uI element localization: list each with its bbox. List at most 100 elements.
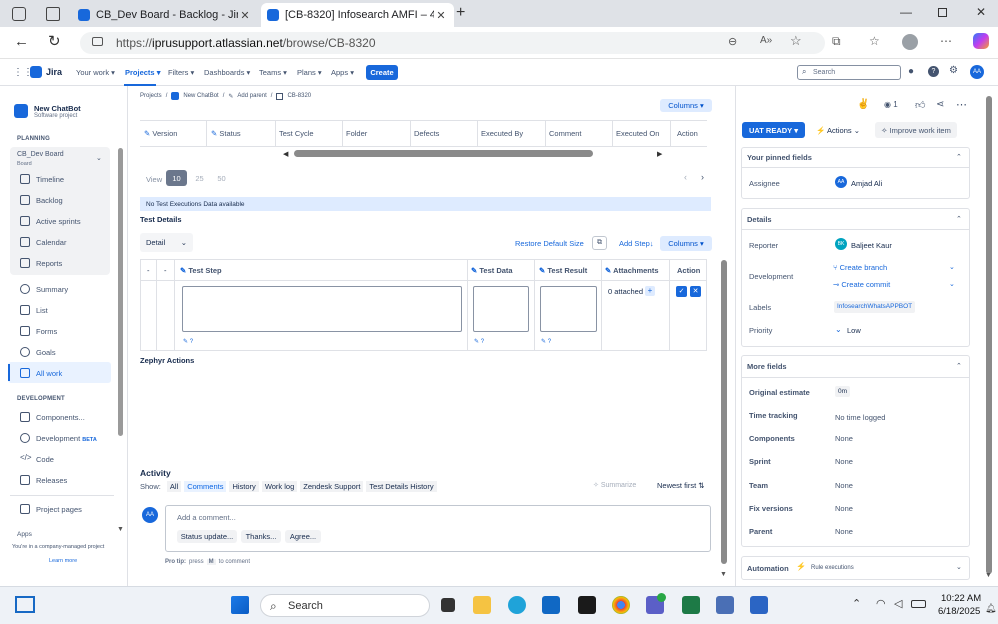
sidebar-item-development[interactable]: Development BETA (36, 434, 97, 443)
sidebar-item-calendar[interactable]: Calendar (36, 238, 66, 247)
scroll-down-icon[interactable]: ▼ (985, 572, 992, 579)
assignee-value[interactable]: Amjad Ali (851, 179, 882, 188)
share-icon[interactable]: ⋖ (936, 99, 944, 110)
sidebar-item-timeline[interactable]: Timeline (36, 175, 64, 184)
format-icons[interactable]: ✎ ? (474, 338, 484, 345)
col-comment[interactable]: Comment (549, 129, 582, 138)
cancel-step-icon[interactable]: ✕ (690, 286, 701, 297)
feedback-icon[interactable]: ✌ (857, 99, 869, 110)
actions-button[interactable]: ⚡ Actions ⌄ (816, 126, 860, 135)
test-details-columns-button[interactable]: Columns ▾ (660, 236, 712, 251)
improve-work-item-button[interactable]: ✧ Improve work item (875, 122, 957, 138)
col-executed-on[interactable]: Executed On (616, 129, 659, 138)
chevron-down-icon[interactable]: ⌄ (96, 154, 102, 162)
chevron-up-icon[interactable]: ⌃ (956, 215, 962, 223)
close-icon[interactable]: ✕ (238, 9, 252, 22)
format-icons[interactable]: ✎ ? (183, 338, 193, 345)
favorites-icon[interactable]: ☆ (869, 34, 880, 48)
details-title[interactable]: Details (747, 215, 772, 224)
site-info-icon[interactable] (92, 37, 103, 46)
right-panel-scrollbar[interactable] (986, 96, 992, 574)
col-folder[interactable]: Folder (346, 129, 367, 138)
profile-avatar[interactable]: AA (970, 65, 984, 79)
format-icons[interactable]: ✎ ? (541, 338, 551, 345)
settings-gear-icon[interactable]: ⚙ (949, 65, 958, 76)
team-value[interactable]: None (835, 481, 853, 490)
tab-actions-icon[interactable] (46, 7, 60, 21)
automation-title[interactable]: Automation (747, 564, 789, 573)
col-test-step[interactable]: ✎ Test Step (180, 266, 222, 275)
label-tag[interactable]: InfosearchWhatsAPPBOT (834, 301, 916, 313)
sidebar-item-list[interactable]: List (36, 306, 48, 315)
status-button[interactable]: UAT READY ▾ (742, 122, 805, 138)
sort-button[interactable]: Newest first ⇅ (657, 481, 705, 490)
sidebar-item-all-work[interactable]: All work (36, 369, 62, 378)
windows-start-icon[interactable] (231, 596, 249, 614)
nav-filters[interactable]: Filters ▾ (168, 68, 194, 77)
pinned-fields-title[interactable]: Your pinned fields (747, 153, 812, 162)
col-attachments[interactable]: ✎ Attachments (605, 266, 659, 275)
nav-plans[interactable]: Plans ▾ (297, 68, 322, 77)
taskbar-search-input[interactable]: ⌕ Search (260, 594, 430, 617)
breadcrumb-add-parent[interactable]: Add parent (237, 93, 266, 99)
restore-icon[interactable] (938, 8, 947, 17)
new-tab-icon[interactable]: + (456, 4, 465, 22)
create-commit-link[interactable]: ⊸ Create commit (833, 280, 890, 289)
chevron-up-icon[interactable]: ⌃ (956, 362, 962, 370)
detail-select[interactable]: Detail ⌄ (140, 233, 193, 252)
nav-projects[interactable]: Projects ▾ (125, 68, 160, 77)
copilot-icon[interactable] (973, 33, 989, 49)
filter-comments[interactable]: Comments (184, 481, 227, 492)
scroll-left-icon[interactable]: ◀ (283, 150, 288, 158)
more-icon[interactable]: ⋯ (940, 34, 952, 48)
previous-page-icon[interactable]: ‹ (684, 172, 687, 182)
filter-all[interactable]: All (166, 481, 182, 492)
col-executed-by[interactable]: Executed By (481, 129, 523, 138)
outlook-icon[interactable] (542, 596, 560, 614)
copy-icon[interactable]: ⧉ (592, 236, 607, 250)
zoom-icon[interactable]: ⊖ (728, 35, 737, 48)
extensions-icon[interactable]: ⧉ (832, 34, 841, 49)
more-actions-icon[interactable]: ⋯ (956, 98, 967, 111)
col-test-cycle[interactable]: Test Cycle (279, 129, 314, 138)
col-action[interactable]: Action (677, 129, 698, 138)
project-name[interactable]: New ChatBot (34, 104, 81, 113)
breadcrumb-projects[interactable]: Projects (140, 93, 162, 99)
estimate-value[interactable]: 0m (835, 386, 851, 397)
minimize-icon[interactable]: — (900, 5, 912, 19)
horizontal-scrollbar[interactable] (294, 150, 593, 157)
chevron-down-icon[interactable]: ⌄ (949, 280, 955, 288)
taskbar-time[interactable]: 10:22 AM (941, 593, 981, 604)
sidebar-item-active-sprints[interactable]: Active sprints (36, 217, 81, 226)
chevron-down-icon[interactable]: ⌄ (956, 563, 962, 571)
browser-tab-backlog[interactable]: CB_Dev Board - Backlog - Jira Ser ✕ (72, 3, 258, 27)
favorite-star-icon[interactable]: ☆ (790, 33, 802, 49)
rule-executions-text[interactable]: Rule executions (811, 565, 854, 571)
close-window-icon[interactable]: ✕ (976, 5, 986, 19)
breadcrumb-project[interactable]: New ChatBot (183, 93, 218, 99)
watch-button[interactable]: ◉ 1 (884, 100, 898, 109)
battery-icon[interactable] (911, 600, 926, 608)
quick-reply-status-update[interactable]: Status update... (177, 530, 237, 543)
help-icon[interactable]: ? (928, 66, 939, 77)
like-icon[interactable]: 👍︎ (915, 99, 925, 111)
nav-apps[interactable]: Apps ▾ (331, 68, 354, 77)
priority-value[interactable]: Low (847, 326, 861, 335)
board-name[interactable]: CB_Dev Board (17, 151, 64, 158)
sidebar-item-releases[interactable]: Releases (36, 476, 67, 485)
components-value[interactable]: None (835, 434, 853, 443)
sprint-value[interactable]: None (835, 457, 853, 466)
sidebar-item-forms[interactable]: Forms (36, 327, 57, 336)
scroll-right-icon[interactable]: ▶ (657, 150, 662, 158)
add-attachment-icon[interactable]: + (645, 286, 655, 296)
scroll-down-icon[interactable]: ▼ (720, 571, 727, 578)
search-input[interactable]: ⌕ Search (797, 65, 901, 80)
terminal-icon[interactable] (578, 596, 596, 614)
profile-avatar[interactable] (902, 34, 918, 50)
tray-overflow-icon[interactable]: ⌃ (852, 597, 861, 610)
sidebar-item-code[interactable]: Code (36, 455, 54, 464)
chrome-icon[interactable] (612, 596, 630, 614)
sidebar-item-goals[interactable]: Goals (36, 348, 56, 357)
task-view-icon[interactable] (441, 598, 455, 612)
close-icon[interactable]: ✕ (434, 9, 448, 22)
